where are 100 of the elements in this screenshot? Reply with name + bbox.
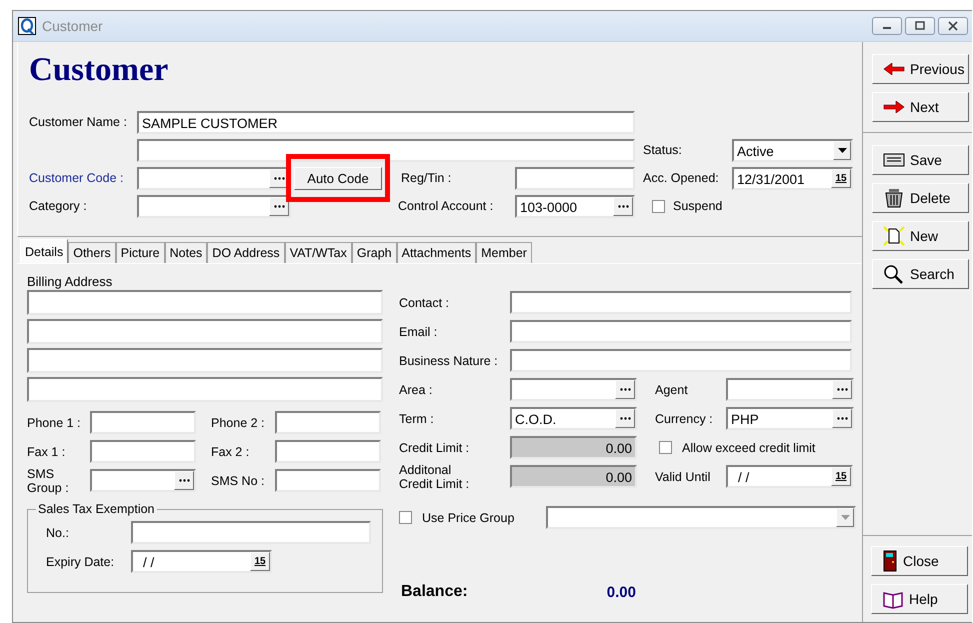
field-label: Credit Limit : (399, 440, 470, 454)
field-label: Agent (655, 382, 689, 396)
calendar-button[interactable]: 15 (831, 168, 851, 188)
field-label: No.: (46, 526, 70, 540)
browse-button[interactable] (174, 471, 194, 490)
address-field[interactable] (27, 348, 383, 373)
field-label: Fax 1 : (27, 444, 66, 458)
address-field[interactable] (27, 377, 383, 402)
input-field[interactable] (510, 349, 852, 372)
page-heading: Customer (29, 52, 170, 88)
close-button[interactable]: Close (871, 546, 968, 576)
input-field[interactable] (726, 378, 854, 401)
browse-button[interactable] (615, 380, 635, 399)
input-field[interactable] (275, 411, 381, 434)
tab[interactable]: Picture (116, 242, 165, 263)
browse-button[interactable] (613, 196, 633, 216)
ellipsis-icon (274, 176, 284, 180)
next-button[interactable]: Next (872, 92, 969, 122)
auto-code-button[interactable]: Auto Code (294, 166, 382, 190)
ellipsis-icon (836, 417, 848, 420)
use-price-group-checkbox[interactable] (399, 511, 412, 524)
ellipsis-icon (178, 479, 190, 482)
tab[interactable]: Details (20, 239, 68, 263)
field-label: Phone 1 : (27, 416, 82, 430)
field-label: SMS Group : (27, 466, 70, 494)
address-field[interactable] (27, 290, 383, 315)
door-icon (882, 550, 898, 572)
save-button[interactable]: Save (872, 145, 969, 175)
search-icon (883, 264, 905, 284)
ellipsis-icon (836, 388, 848, 391)
field-label: Control Account : (398, 199, 494, 213)
input-field[interactable] (275, 469, 381, 492)
input-field[interactable]: 103-0000 (515, 194, 635, 218)
browse-button[interactable] (615, 409, 635, 428)
input-field[interactable] (137, 194, 291, 218)
input-field[interactable] (515, 166, 635, 190)
book-icon (882, 589, 904, 609)
field-label: Billing Address (27, 274, 114, 290)
balance-label: Balance: (400, 583, 469, 601)
group-title: Sales Tax Exemption (36, 502, 156, 516)
tab[interactable]: VAT/WTax (284, 242, 352, 263)
price-group-dropdown[interactable] (546, 506, 856, 529)
balance-value: 0.00 (606, 584, 636, 600)
new-page-icon (883, 226, 905, 246)
new-button[interactable]: New (872, 221, 969, 251)
ellipsis-icon (620, 388, 630, 391)
input-field[interactable] (90, 411, 196, 434)
ellipsis-icon (620, 417, 630, 420)
tab[interactable]: Notes (164, 242, 208, 263)
search-button[interactable]: Search (872, 259, 969, 289)
close-button[interactable] (938, 17, 968, 35)
field-label: Email : (399, 324, 438, 338)
field-label: Valid Until (655, 470, 712, 484)
tab[interactable]: Member (476, 242, 532, 263)
input-field[interactable]: SAMPLE CUSTOMER (137, 110, 635, 134)
tab[interactable]: Graph (352, 242, 397, 263)
address-field[interactable] (27, 319, 383, 344)
input-field[interactable] (137, 138, 635, 162)
field-label: Status: (643, 143, 683, 157)
input-field[interactable] (275, 440, 381, 463)
tab[interactable]: DO Address (207, 242, 285, 263)
tab[interactable]: Attachments (396, 242, 476, 263)
ellipsis-icon (618, 204, 628, 208)
dropdown-arrow-icon (838, 148, 846, 152)
calendar-button[interactable]: 15 (250, 552, 270, 571)
left-arrow-icon (883, 63, 905, 75)
date-field[interactable]: / / 15 (131, 550, 272, 573)
minimize-button[interactable] (872, 17, 902, 35)
ellipsis-icon (274, 204, 284, 208)
input-field[interactable] (90, 469, 196, 492)
field-label: Term : (399, 412, 435, 426)
browse-button[interactable] (832, 409, 852, 428)
suspend-checkbox[interactable] (652, 200, 665, 212)
calendar-button[interactable]: 15 (831, 467, 851, 486)
previous-button[interactable]: Previous (872, 54, 969, 84)
input-field[interactable] (510, 378, 637, 401)
help-button[interactable]: Help (871, 584, 968, 614)
browse-button[interactable] (832, 380, 852, 399)
input-field[interactable] (90, 440, 196, 463)
checkbox-label: Allow exceed credit limit (682, 440, 816, 454)
tab[interactable]: Others (68, 242, 116, 263)
allow-exceed-checkbox[interactable] (659, 441, 672, 454)
date-field[interactable]: / / 15 (726, 465, 853, 488)
field-label: Fax 2 : (211, 444, 250, 458)
input-field[interactable] (510, 320, 852, 343)
right-arrow-icon (883, 101, 905, 113)
input-field[interactable] (510, 291, 852, 314)
delete-button[interactable]: Delete (872, 183, 969, 213)
input-field[interactable]: PHP (726, 407, 854, 430)
input-field[interactable]: C.O.D. (510, 407, 637, 430)
trash-can-icon (883, 188, 905, 208)
field-label: Reg/Tin : (401, 171, 452, 185)
date-field[interactable]: 12/31/2001 15 (732, 166, 853, 190)
status-dropdown[interactable]: Active (732, 138, 853, 162)
field-label: Phone 2 : (211, 416, 266, 430)
input-field[interactable] (131, 521, 371, 544)
app-icon (18, 17, 36, 35)
keyboard-icon (883, 153, 905, 167)
browse-button[interactable] (269, 196, 289, 216)
maximize-button[interactable] (905, 17, 935, 35)
